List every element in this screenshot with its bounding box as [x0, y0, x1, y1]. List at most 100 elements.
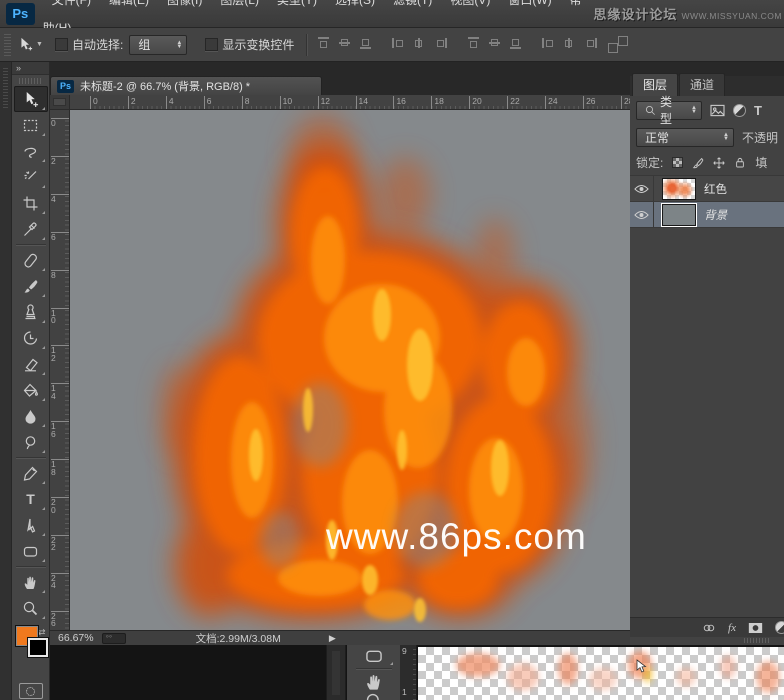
- tools-panel-collapse-button[interactable]: [12, 62, 49, 75]
- flyout-indicator: [42, 450, 45, 453]
- lock-all-icon[interactable]: [734, 156, 746, 169]
- ruler-label-v: 1 8: [51, 459, 69, 476]
- tool-hand[interactable]: [14, 569, 48, 595]
- layer-thumbnail[interactable]: [662, 178, 696, 200]
- ruler-label-v: 4: [51, 194, 69, 204]
- ruler-label-v: 1 2: [51, 345, 69, 362]
- document-tab-icon: Ps: [57, 80, 74, 93]
- background-color-swatch[interactable]: [28, 638, 48, 657]
- align-icon-1-1[interactable]: [413, 37, 426, 49]
- menu-item-7[interactable]: 视图(V): [441, 0, 499, 7]
- filter-type-dropdown[interactable]: 类型: [636, 101, 702, 120]
- align-icon-0-0[interactable]: [317, 37, 330, 49]
- image-watermark-text: www.86ps.com: [326, 516, 587, 558]
- menu-item-6[interactable]: 滤镜(T): [384, 0, 441, 7]
- layer-list: 红色背景: [630, 176, 784, 228]
- align-icon-2-2[interactable]: [509, 37, 522, 49]
- menu-item-3[interactable]: 图层(L): [211, 0, 268, 7]
- options-grip: [4, 34, 11, 56]
- tool-rounded-rectangle[interactable]: [352, 645, 396, 667]
- ruler-label-h: 26: [583, 96, 595, 109]
- background-canvas-transparent[interactable]: [418, 647, 784, 700]
- tool-type[interactable]: T: [14, 486, 48, 512]
- align-icon-0-1[interactable]: [338, 37, 351, 49]
- tool-zoom[interactable]: [14, 595, 48, 621]
- tool-spot-healing-brush[interactable]: [14, 247, 48, 273]
- ruler-label-h: 20: [469, 96, 481, 109]
- tool-path-selection[interactable]: [14, 512, 48, 538]
- tool-brush[interactable]: [14, 273, 48, 299]
- tools-panel-grip[interactable]: [19, 78, 43, 84]
- layer-name[interactable]: 背景: [704, 207, 727, 223]
- filter-adjustment-layers-icon[interactable]: [733, 104, 746, 117]
- document-tab[interactable]: Ps 未标题-2 @ 66.7% (背景, RGB/8) *: [50, 76, 322, 95]
- ruler-label-h: 4: [166, 96, 174, 109]
- panel-tab-channels[interactable]: 通道: [679, 73, 725, 96]
- tool-zoom[interactable]: [352, 693, 396, 700]
- lock-transparency-icon[interactable]: [672, 157, 683, 168]
- add-layer-mask-icon[interactable]: [748, 622, 763, 634]
- filter-pixel-layers-icon[interactable]: [710, 104, 725, 117]
- zoom-level[interactable]: 66.67%: [58, 632, 94, 644]
- tool-blur[interactable]: [14, 403, 48, 429]
- tool-hand[interactable]: [352, 670, 396, 692]
- layer-row-1[interactable]: 背景: [630, 202, 784, 228]
- auto-select-label: 自动选择:: [72, 36, 123, 53]
- menu-item-8[interactable]: 窗口(W): [499, 0, 560, 7]
- menu-item-4[interactable]: 类型(Y): [268, 0, 326, 7]
- tool-magic-wand[interactable]: [14, 164, 48, 190]
- move-tool-preset[interactable]: ▼: [15, 37, 45, 53]
- align-icon-2-0[interactable]: [467, 37, 480, 49]
- blend-mode-dropdown[interactable]: 正常: [636, 128, 734, 147]
- layer-name[interactable]: 红色: [704, 181, 727, 197]
- filter-type-layers-icon[interactable]: T: [754, 103, 762, 118]
- menu-item-0[interactable]: 文件(F): [43, 0, 100, 7]
- show-transform-checkbox[interactable]: [205, 38, 218, 51]
- link-layers-icon[interactable]: [702, 622, 716, 634]
- tool-eyedropper[interactable]: [14, 216, 48, 242]
- new-adjustment-layer-icon[interactable]: [775, 621, 784, 634]
- layer-visibility-toggle[interactable]: [630, 176, 654, 201]
- tool-eraser[interactable]: [14, 351, 48, 377]
- ruler-label-h: 22: [507, 96, 519, 109]
- lock-row: 锁定: 填: [630, 150, 784, 176]
- auto-select-target-dropdown[interactable]: 组: [129, 35, 187, 55]
- align-icon-1-0[interactable]: [392, 37, 405, 49]
- canvas[interactable]: www.86ps.com: [70, 110, 630, 630]
- tool-rounded-rectangle[interactable]: [14, 538, 48, 564]
- menu-item-2[interactable]: 图像(I): [158, 0, 211, 7]
- align-icon-2-1[interactable]: [488, 37, 501, 49]
- layer-thumbnail[interactable]: [662, 204, 696, 226]
- tool-move[interactable]: [14, 86, 48, 112]
- align-icon-3-0[interactable]: [542, 37, 555, 49]
- align-icon-0-2[interactable]: [359, 37, 372, 49]
- tool-rectangular-marquee[interactable]: [14, 112, 48, 138]
- tool-dodge[interactable]: [14, 429, 48, 455]
- status-menu-arrow[interactable]: ▶: [329, 633, 336, 644]
- quick-mask-icon: [26, 687, 35, 696]
- lock-paint-icon[interactable]: [692, 157, 704, 169]
- background-vertical-ruler: 9 1: [400, 645, 417, 700]
- spinner-icon: [715, 133, 729, 141]
- tools-panel: T ◱ ⇄: [12, 62, 50, 700]
- menu-item-5[interactable]: 选择(S): [326, 0, 384, 7]
- auto-select-checkbox[interactable]: [55, 38, 68, 51]
- align-icon-3-2[interactable]: [584, 37, 597, 49]
- layer-row-0[interactable]: 红色: [630, 176, 784, 202]
- tool-lasso[interactable]: [14, 138, 48, 164]
- align-icon-1-2[interactable]: [434, 37, 447, 49]
- lock-position-icon[interactable]: [713, 157, 725, 169]
- quick-mask-button[interactable]: [19, 683, 43, 699]
- layer-visibility-toggle[interactable]: [630, 202, 654, 227]
- layer-style-button[interactable]: fx: [728, 622, 736, 634]
- tool-paint-bucket[interactable]: [14, 377, 48, 403]
- align-icon-3-1[interactable]: [563, 37, 576, 49]
- tool-crop[interactable]: [14, 190, 48, 216]
- tool-clone-stamp[interactable]: [14, 299, 48, 325]
- panel-resize-grip[interactable]: [630, 637, 784, 645]
- swap-colors-icon[interactable]: ⇄: [38, 627, 46, 638]
- tool-history-brush[interactable]: [14, 325, 48, 351]
- tool-pen[interactable]: [14, 460, 48, 486]
- ruler-label-v: 2 6: [51, 611, 69, 628]
- menu-item-1[interactable]: 编辑(E): [100, 0, 158, 7]
